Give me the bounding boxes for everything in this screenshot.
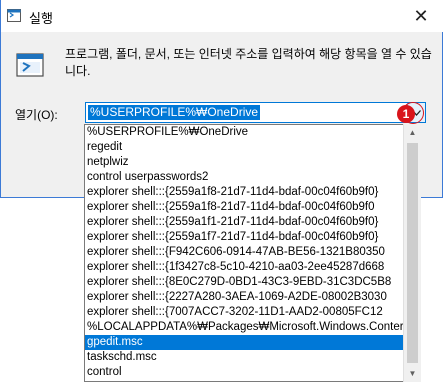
- dropdown-item[interactable]: explorer shell:::{2559a1f8-21d7-11d4-bda…: [85, 200, 420, 215]
- scroll-down-icon[interactable]: ▼: [404, 365, 421, 382]
- dropdown-item[interactable]: explorer shell:::{8E0C279D-0BD1-43C3-9EB…: [85, 275, 420, 290]
- title-bar: 실행 ✕: [1, 0, 443, 32]
- dropdown-item[interactable]: taskschd.msc: [85, 350, 420, 365]
- history-dropdown-list[interactable]: %USERPROFILE%₩OneDrive regedit netplwiz con…: [84, 124, 421, 382]
- dropdown-item[interactable]: explorer shell:::{7007ACC7-3202-11D1-AAD…: [85, 305, 420, 320]
- dropdown-item[interactable]: %USERPROFILE%₩OneDrive: [85, 125, 420, 140]
- dropdown-item[interactable]: explorer shell:::{1f3427c8-5c10-4210-aa0…: [85, 260, 420, 275]
- description-text: 프로그램, 폴더, 문서, 또는 인터넷 주소를 입력하여 해당 항목을 열 수…: [65, 47, 432, 78]
- step-marker: 1: [397, 105, 415, 123]
- dropdown-item[interactable]: explorer shell:::{F942C606-0914-47AB-BE5…: [85, 245, 420, 260]
- run-app-icon: [7, 9, 21, 22]
- open-combobox[interactable]: %USERPROFILE%₩OneDrive: [85, 102, 426, 123]
- dropdown-item[interactable]: explorer shell:::{2227A280-3AEA-1069-A2D…: [85, 290, 420, 305]
- scroll-thumb[interactable]: [407, 143, 418, 363]
- dropdown-scrollbar[interactable]: ▲ ▼: [403, 124, 421, 382]
- close-icon: ✕: [413, 5, 429, 26]
- run-icon: [16, 53, 44, 77]
- scroll-up-icon[interactable]: ▲: [404, 124, 421, 141]
- dropdown-item[interactable]: %LOCALAPPDATA%₩Packages₩Microsoft.Window…: [85, 320, 420, 335]
- dropdown-item[interactable]: explorer shell:::{2559a1f7-21d7-11d4-bda…: [85, 230, 420, 245]
- dropdown-item[interactable]: netplwiz: [85, 155, 420, 170]
- dropdown-item[interactable]: control: [85, 365, 420, 380]
- open-label: 열기(O):: [15, 108, 58, 122]
- dropdown-item[interactable]: explorer shell:::{2559a1f8-21d7-11d4-bda…: [85, 185, 420, 200]
- dropdown-item[interactable]: control userpasswords2: [85, 170, 420, 185]
- dropdown-item[interactable]: regedit: [85, 140, 420, 155]
- window-title: 실행: [29, 11, 53, 26]
- dropdown-item[interactable]: gpedit.msc: [85, 335, 420, 350]
- dropdown-item[interactable]: explorer shell:::{2559a1f1-21d7-11d4-bda…: [85, 215, 420, 230]
- open-input[interactable]: %USERPROFILE%₩OneDrive: [88, 105, 261, 120]
- close-button[interactable]: ✕: [398, 0, 443, 32]
